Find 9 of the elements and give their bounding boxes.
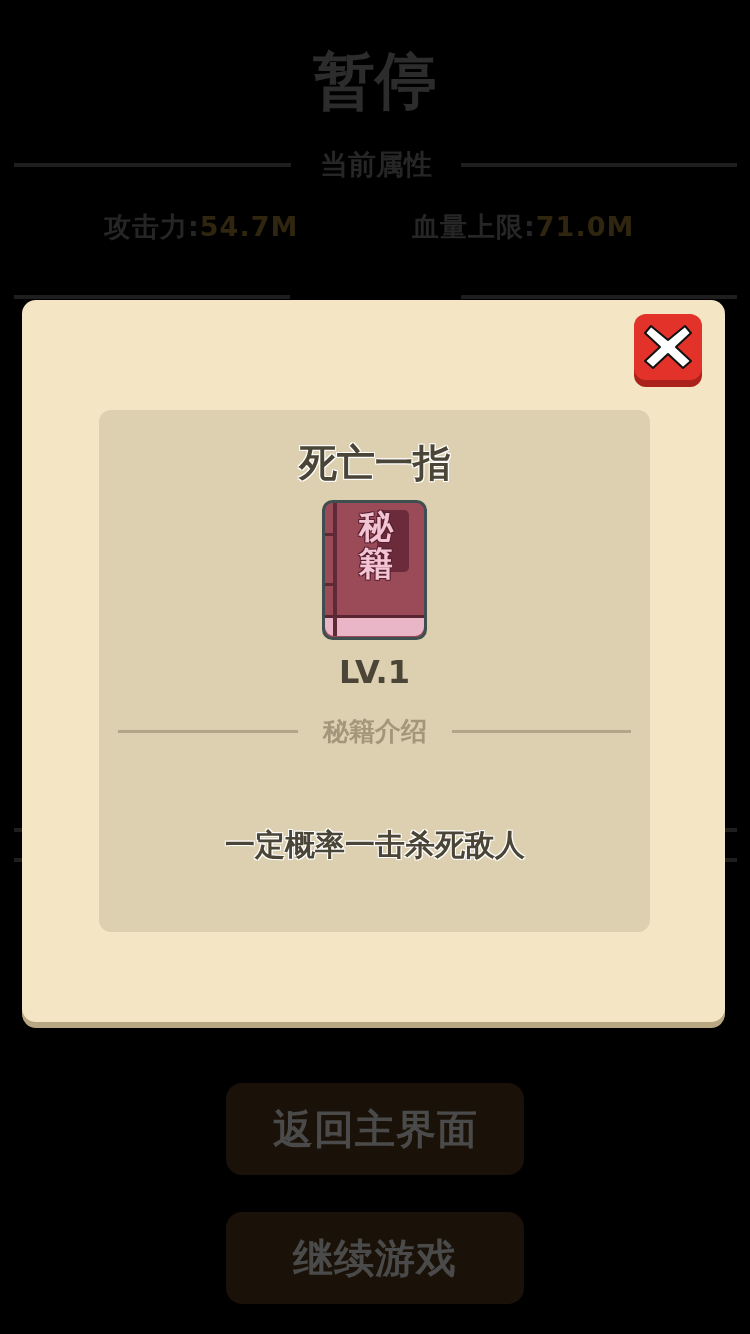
menu-button[interactable]: 返回主界面	[226, 1083, 524, 1175]
level-label: LV.1	[338, 654, 410, 690]
menu-button[interactable]: 继续游戏	[226, 1212, 524, 1304]
skill-description: 一定概率一击杀死敌人	[224, 827, 525, 863]
book-icon	[322, 500, 427, 640]
section-heading: 秘籍介绍	[322, 716, 427, 746]
skill-title: 死亡一指	[298, 441, 451, 485]
book-cover-text: 秘籍	[359, 508, 393, 583]
close-icon	[643, 324, 693, 370]
